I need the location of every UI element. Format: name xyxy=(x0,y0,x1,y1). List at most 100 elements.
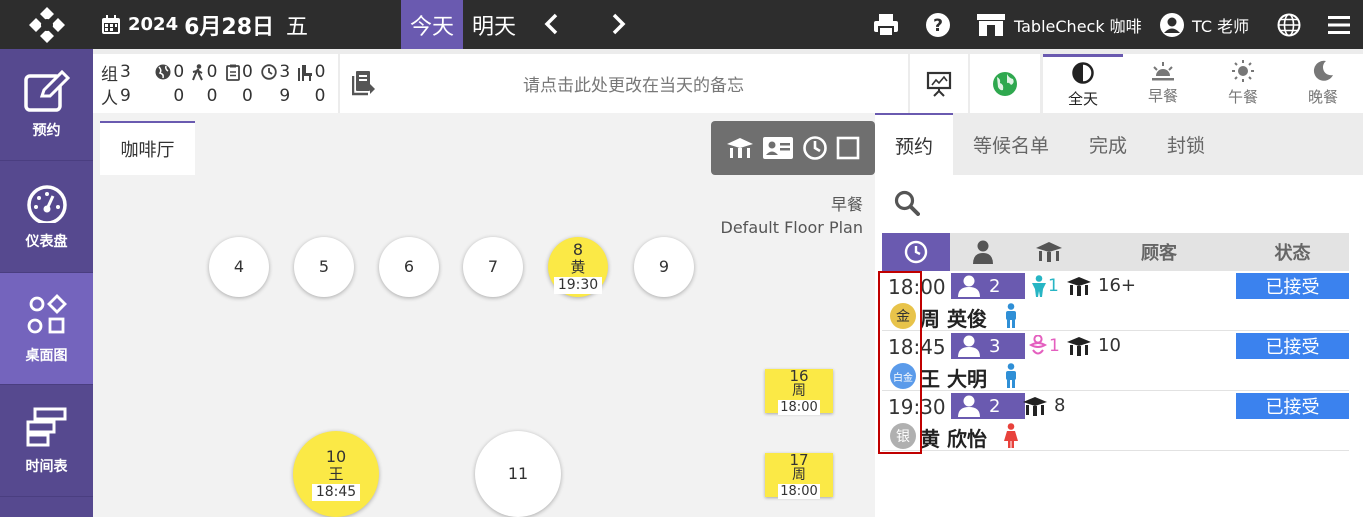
venue-name: TableCheck 咖啡 xyxy=(1014,16,1142,36)
clock-icon xyxy=(904,240,928,264)
print-button[interactable] xyxy=(873,0,899,49)
status-header[interactable]: 状态 xyxy=(1236,233,1349,271)
online-status-button[interactable] xyxy=(970,54,1040,113)
sort-by-table-header[interactable] xyxy=(1016,233,1082,271)
table-icon xyxy=(1067,276,1091,296)
edit-icon xyxy=(23,69,70,112)
period-breakfast[interactable]: 早餐 xyxy=(1123,54,1203,113)
status-badge[interactable]: 已接受 xyxy=(1236,393,1349,419)
table-16[interactable]: 16 周 18:00 xyxy=(765,366,833,415)
date-year: 2024 xyxy=(128,14,179,35)
party-size: 3 xyxy=(951,333,1025,359)
moon-icon xyxy=(1313,60,1333,81)
user-menu[interactable]: TC 老师 xyxy=(1160,0,1249,49)
table-7[interactable]: 7 xyxy=(463,237,523,297)
stats-value: 0 xyxy=(173,86,185,106)
select-box-button[interactable] xyxy=(836,136,860,160)
table-11[interactable]: 11 xyxy=(475,431,561,517)
svg-text:?: ? xyxy=(933,16,943,36)
customer-header[interactable]: 顾客 xyxy=(1082,233,1236,271)
table-view-button[interactable] xyxy=(726,136,754,160)
previous-day-button[interactable] xyxy=(540,12,564,36)
sidebar-item-reservations[interactable]: 预约 xyxy=(0,49,93,161)
search-icon xyxy=(894,190,920,216)
party-size: 2 xyxy=(951,393,1025,419)
user-name: TC 老师 xyxy=(1192,16,1250,36)
table-6[interactable]: 6 xyxy=(379,237,439,297)
reservation-panel: 预约 等候名单 完成 封锁 顾客 状态 18:00 2 1 16+ 已接受 金 … xyxy=(875,113,1363,517)
tab-blocked[interactable]: 封锁 xyxy=(1147,113,1225,175)
half-circle-icon xyxy=(1072,61,1094,84)
table-17[interactable]: 17 周 18:00 xyxy=(765,450,833,499)
reservation-row[interactable]: 19:30 2 8 已接受 银 黄 欣怡 xyxy=(882,391,1349,451)
floor-meal-name: 早餐 xyxy=(830,195,863,214)
table-4[interactable]: 4 xyxy=(209,237,269,297)
time-view-button[interactable] xyxy=(802,136,827,160)
table-number: 6 xyxy=(403,257,415,276)
guest-surname: 黄 xyxy=(920,427,940,451)
tomorrow-button[interactable]: 明天 xyxy=(463,0,525,49)
period-lunch[interactable]: 午餐 xyxy=(1203,54,1283,113)
globe-icon xyxy=(1277,13,1301,36)
store-icon xyxy=(977,13,1005,36)
sidebar-label-dashboard: 仪表盘 xyxy=(25,233,68,250)
status-badge[interactable]: 已接受 xyxy=(1236,333,1349,359)
sort-by-party-header[interactable] xyxy=(950,233,1016,271)
table-10[interactable]: 10 王 18:45 xyxy=(293,431,379,517)
date-picker[interactable]: 2024 6月28日 五 xyxy=(100,0,308,49)
help-button[interactable]: ? xyxy=(926,0,950,49)
floor-toolbar xyxy=(711,121,875,175)
venue-switcher[interactable]: TableCheck 咖啡 xyxy=(976,0,1142,49)
reservation-row[interactable]: 18:45 3 1 10 已接受 白金 王 大明 xyxy=(882,331,1349,391)
table-number: 17 xyxy=(789,450,809,469)
tab-waitlist[interactable]: 等候名单 xyxy=(953,113,1069,175)
sun-icon xyxy=(1232,60,1254,82)
language-button[interactable] xyxy=(1277,0,1301,49)
reservation-row[interactable]: 18:00 2 1 16+ 已接受 金 周 英俊 xyxy=(882,271,1349,331)
stats-value: 0 xyxy=(241,86,253,106)
table-number: 11 xyxy=(507,464,529,483)
daily-memo-field[interactable]: 请点击此处更改在当天的备忘 xyxy=(340,54,908,113)
table-5[interactable]: 5 xyxy=(294,237,354,297)
tab-completed[interactable]: 完成 xyxy=(1069,113,1147,175)
id-card-icon xyxy=(763,137,794,159)
status-badge[interactable]: 已接受 xyxy=(1236,273,1349,299)
table-number: 16 xyxy=(789,366,809,385)
table-9[interactable]: 9 xyxy=(634,237,694,297)
kids-number: 1 xyxy=(1049,336,1060,356)
stats-value: 0 xyxy=(206,62,218,82)
table-time: 18:45 xyxy=(311,483,361,501)
app-logo[interactable] xyxy=(0,0,93,49)
sidebar-item-timeline[interactable]: 时间表 xyxy=(0,385,93,497)
stats-value: 3 xyxy=(279,62,291,82)
time-column-highlight xyxy=(878,271,922,454)
period-label: 全天 xyxy=(1067,89,1098,108)
presentation-button[interactable] xyxy=(910,54,968,113)
guest-name: 周 英俊 xyxy=(920,303,987,332)
floor-tab-cafe[interactable]: 咖啡厅 xyxy=(100,121,195,175)
party-count: 2 xyxy=(989,275,1001,297)
party-size: 2 xyxy=(951,273,1025,299)
tab-reservations[interactable]: 预约 xyxy=(875,113,954,175)
baby-count: 1 xyxy=(1027,335,1060,357)
shapes-icon xyxy=(27,293,67,333)
table-guest: 周 xyxy=(792,382,806,399)
user-circle-icon xyxy=(1160,12,1184,37)
chair-icon xyxy=(297,64,312,81)
table-8[interactable]: 8 黄 19:30 xyxy=(548,237,608,297)
table-number: 7 xyxy=(487,257,499,276)
sidebar-item-floor-plan[interactable]: 桌面图 xyxy=(0,273,93,385)
sidebar-item-dashboard[interactable]: 仪表盘 xyxy=(0,161,93,273)
person-icon xyxy=(973,240,993,264)
table-time: 19:30 xyxy=(553,276,603,294)
date-month-day: 6月28日 xyxy=(184,14,275,40)
period-dinner[interactable]: 晚餐 xyxy=(1283,54,1363,113)
reservation-search[interactable] xyxy=(882,175,1356,230)
table-time: 18:00 xyxy=(778,483,820,499)
sort-by-time-header[interactable] xyxy=(882,233,950,271)
period-all-day[interactable]: 全天 xyxy=(1043,54,1123,113)
guest-card-button[interactable] xyxy=(763,137,794,159)
hamburger-menu-button[interactable] xyxy=(1327,0,1351,49)
today-button[interactable]: 今天 xyxy=(401,0,463,49)
next-day-button[interactable] xyxy=(606,12,630,36)
